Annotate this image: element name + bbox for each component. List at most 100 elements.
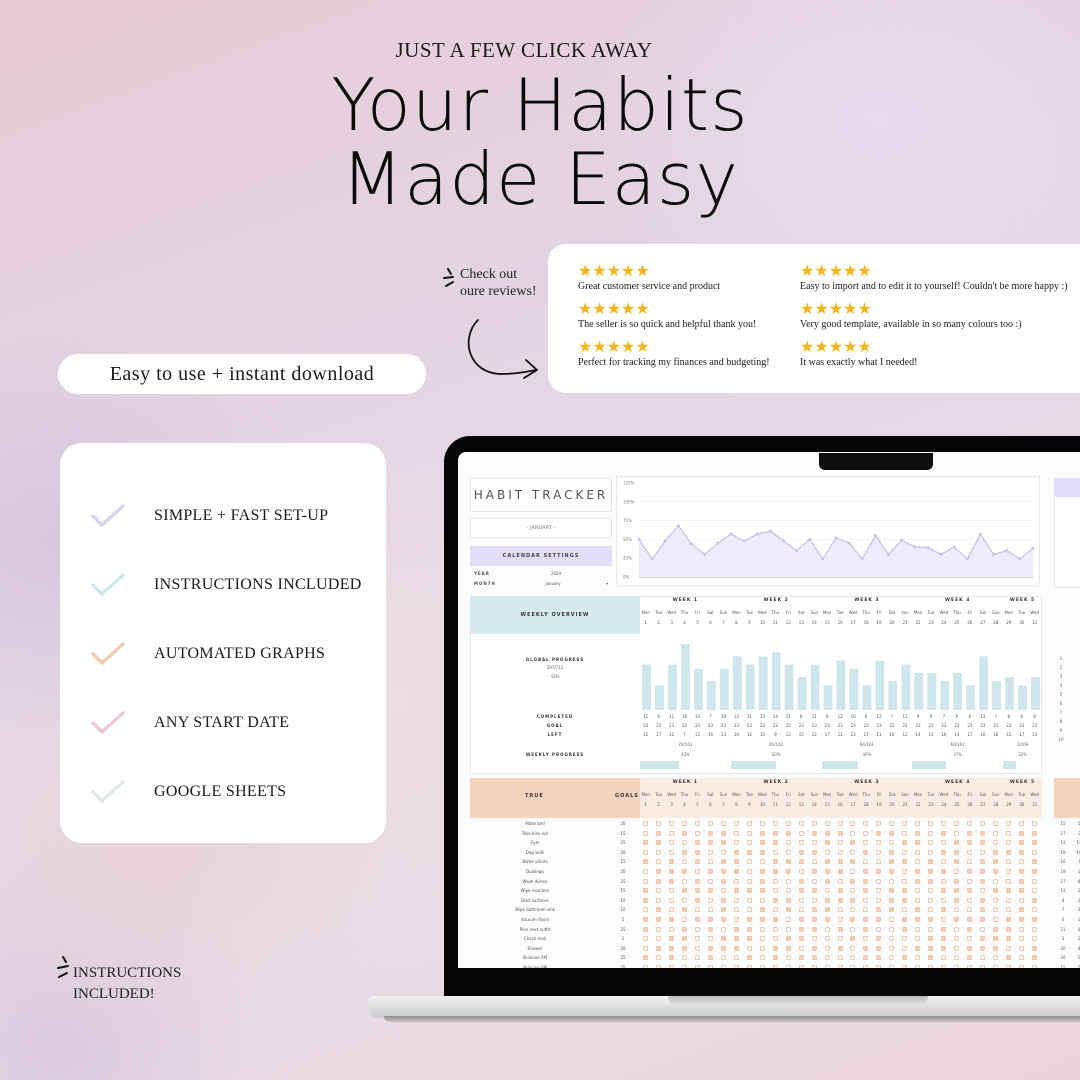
habit-checkbox[interactable] xyxy=(876,888,882,894)
habit-checkbox[interactable] xyxy=(759,926,765,932)
habit-checkbox[interactable] xyxy=(733,955,739,961)
habit-checkbox[interactable] xyxy=(1032,840,1038,846)
habit-checkbox[interactable] xyxy=(720,869,726,874)
habit-checkbox[interactable] xyxy=(668,955,674,961)
habit-checkbox[interactable] xyxy=(643,821,648,826)
habit-checkbox[interactable] xyxy=(772,821,778,826)
habit-checkbox[interactable] xyxy=(694,878,700,884)
habit-checkbox[interactable] xyxy=(759,965,765,968)
habit-checkbox[interactable] xyxy=(759,840,765,846)
habit-checkbox[interactable] xyxy=(967,945,973,951)
habit-checkbox[interactable] xyxy=(902,907,908,913)
habit-checkbox[interactable] xyxy=(954,897,960,903)
habit-checkbox[interactable] xyxy=(655,878,661,884)
habit-checkbox[interactable] xyxy=(643,897,648,903)
habit-checkbox[interactable] xyxy=(837,840,843,846)
habit-checkbox[interactable] xyxy=(655,917,661,922)
habit-checkbox[interactable] xyxy=(1006,965,1012,968)
habit-checkbox[interactable] xyxy=(681,955,687,961)
habit-checkbox[interactable] xyxy=(759,897,765,903)
habit-checkbox[interactable] xyxy=(746,869,752,874)
habit-checkbox[interactable] xyxy=(655,830,661,836)
habit-checkbox[interactable] xyxy=(811,955,817,961)
habit-checkbox[interactable] xyxy=(863,917,869,922)
habit-checkbox[interactable] xyxy=(915,849,921,855)
habit-checkbox[interactable] xyxy=(668,897,674,903)
habit-checkbox[interactable] xyxy=(915,840,921,846)
habit-checkbox[interactable] xyxy=(837,965,843,968)
habit-checkbox[interactable] xyxy=(1006,888,1012,894)
habit-checkbox[interactable] xyxy=(863,926,869,932)
habit-checkbox[interactable] xyxy=(941,869,947,874)
habit-checkbox[interactable] xyxy=(1006,897,1012,903)
habit-checkbox[interactable] xyxy=(1006,878,1012,884)
habit-checkbox[interactable] xyxy=(954,945,960,951)
habit-checkbox[interactable] xyxy=(1032,821,1038,826)
habit-checkbox[interactable] xyxy=(954,859,960,865)
habit-checkbox[interactable] xyxy=(643,926,648,932)
habit-checkbox[interactable] xyxy=(850,907,856,913)
habit-checkbox[interactable] xyxy=(694,926,700,932)
habit-checkbox[interactable] xyxy=(1019,830,1025,836)
habit-checkbox[interactable] xyxy=(1019,917,1025,922)
habit-checkbox[interactable] xyxy=(681,849,687,855)
habit-checkbox[interactable] xyxy=(915,955,921,961)
habit-checkbox[interactable] xyxy=(1032,849,1038,855)
habit-checkbox[interactable] xyxy=(668,936,674,942)
habit-checkbox[interactable] xyxy=(1032,907,1038,913)
habit-checkbox[interactable] xyxy=(1032,936,1038,942)
habit-checkbox[interactable] xyxy=(772,840,778,846)
habit-checkbox[interactable] xyxy=(863,859,869,865)
habit-checkbox[interactable] xyxy=(928,859,934,865)
habit-checkbox[interactable] xyxy=(876,869,882,874)
habit-checkbox[interactable] xyxy=(863,936,869,942)
habit-checkbox[interactable] xyxy=(824,936,830,942)
habit-checkbox[interactable] xyxy=(967,859,973,865)
habit-checkbox[interactable] xyxy=(733,926,739,932)
habit-checkbox[interactable] xyxy=(993,878,999,884)
habit-checkbox[interactable] xyxy=(837,945,843,951)
habit-checkbox[interactable] xyxy=(668,830,674,836)
habit-checkbox[interactable] xyxy=(902,878,908,884)
habit-checkbox[interactable] xyxy=(837,907,843,913)
habit-checkbox[interactable] xyxy=(772,936,778,942)
habit-checkbox[interactable] xyxy=(746,936,752,942)
habit-checkbox[interactable] xyxy=(1006,955,1012,961)
habit-checkbox[interactable] xyxy=(954,821,960,826)
habit-checkbox[interactable] xyxy=(733,869,739,874)
habit-checkbox[interactable] xyxy=(643,830,648,836)
habit-checkbox[interactable] xyxy=(811,859,817,865)
habit-checkbox[interactable] xyxy=(798,945,804,951)
habit-checkbox[interactable] xyxy=(980,945,986,951)
habit-checkbox[interactable] xyxy=(668,859,674,865)
habit-checkbox[interactable] xyxy=(746,849,752,855)
habit-checkbox[interactable] xyxy=(876,926,882,932)
habit-checkbox[interactable] xyxy=(707,965,713,968)
habit-checkbox[interactable] xyxy=(954,888,960,894)
habit-checkbox[interactable] xyxy=(980,888,986,894)
habit-checkbox[interactable] xyxy=(967,878,973,884)
habit-checkbox[interactable] xyxy=(876,878,882,884)
habit-checkbox[interactable] xyxy=(798,821,804,826)
habit-checkbox[interactable] xyxy=(850,936,856,942)
habit-checkbox[interactable] xyxy=(941,859,947,865)
habit-checkbox[interactable] xyxy=(889,840,895,846)
habit-checkbox[interactable] xyxy=(928,955,934,961)
habit-checkbox[interactable] xyxy=(954,917,960,922)
habit-checkbox[interactable] xyxy=(798,965,804,968)
month-dropdown[interactable]: January xyxy=(500,581,606,586)
habit-checkbox[interactable] xyxy=(1019,897,1025,903)
habit-checkbox[interactable] xyxy=(707,945,713,951)
habit-checkbox[interactable] xyxy=(655,926,661,932)
habit-checkbox[interactable] xyxy=(643,965,648,968)
habit-checkbox[interactable] xyxy=(850,965,856,968)
habit-checkbox[interactable] xyxy=(993,926,999,932)
habit-checkbox[interactable] xyxy=(746,878,752,884)
habit-checkbox[interactable] xyxy=(824,965,830,968)
habit-checkbox[interactable] xyxy=(811,849,817,855)
habit-checkbox[interactable] xyxy=(785,945,791,951)
habit-checkbox[interactable] xyxy=(850,878,856,884)
habit-checkbox[interactable] xyxy=(668,945,674,951)
habit-checkbox[interactable] xyxy=(811,917,817,922)
habit-checkbox[interactable] xyxy=(928,849,934,855)
